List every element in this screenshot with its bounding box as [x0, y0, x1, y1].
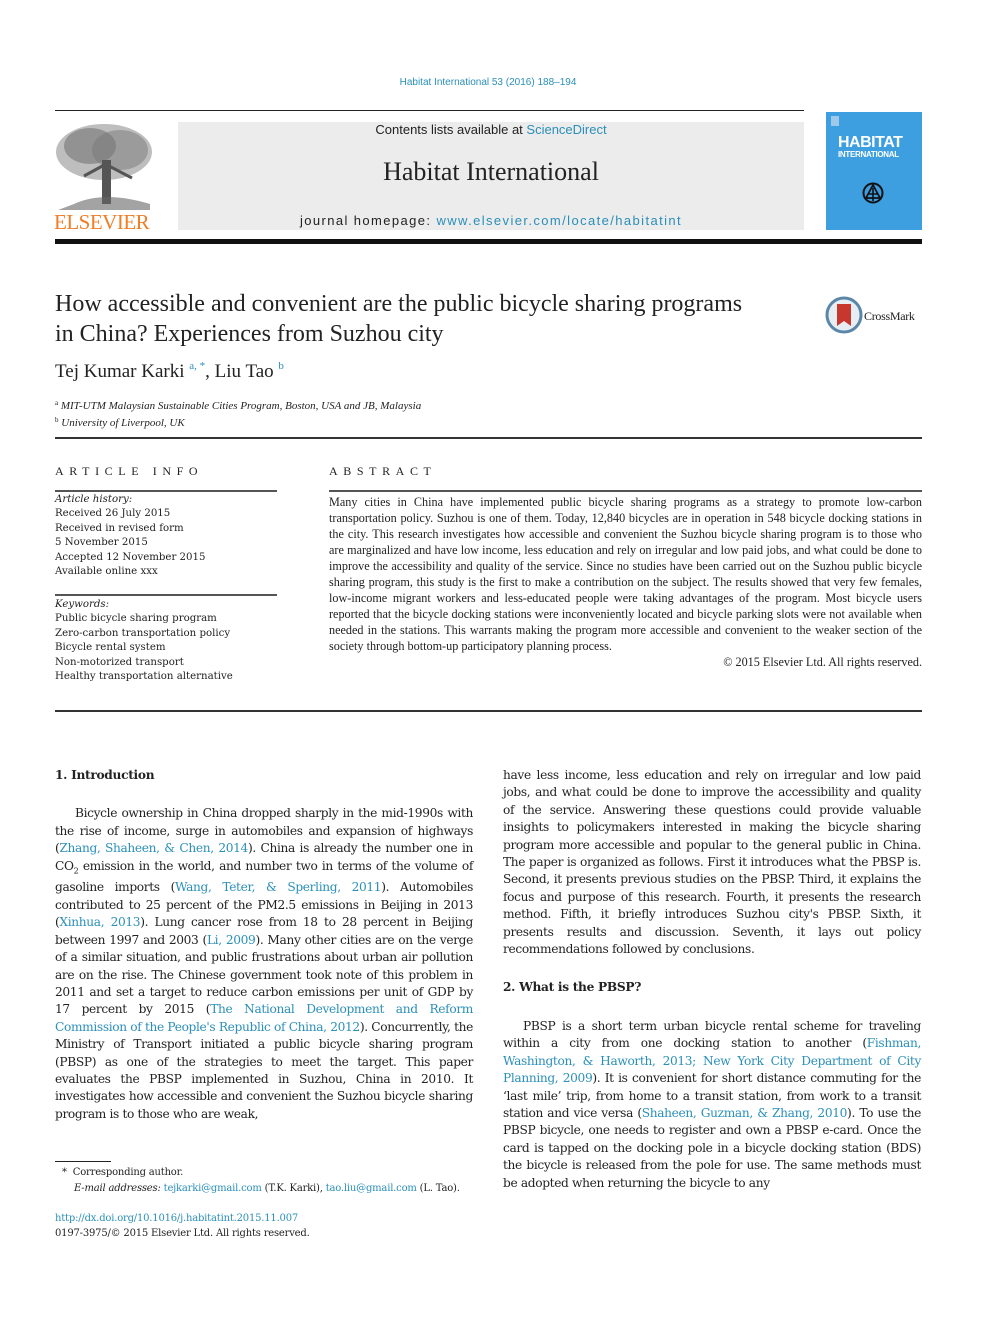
- body-column-left: 1. Introduction Bicycle ownership in Chi…: [55, 767, 473, 1123]
- citation-link[interactable]: Fishman, Washington, & Haworth, 2013; Ne…: [503, 1036, 921, 1085]
- header-thick-rule: [55, 239, 922, 244]
- affiliation-rule: [55, 437, 922, 439]
- email-owner: (T.K. Karki): [264, 1182, 320, 1194]
- elsevier-tree-icon: [56, 124, 152, 210]
- elsevier-logo[interactable]: ELSEVIER: [54, 120, 156, 234]
- email-owner: (L. Tao).: [419, 1182, 460, 1194]
- header-rule: [55, 110, 804, 111]
- author-list: Tej Kumar Karki a, *, Liu Tao b: [55, 360, 284, 382]
- abstract: Many cities in China have implemented pu…: [329, 494, 922, 670]
- citation-link[interactable]: Li, 2009: [207, 933, 256, 947]
- crossmark-label: CrossMark: [864, 309, 915, 323]
- article-info-heading: ARTICLE INFO: [55, 464, 204, 478]
- journal-citation[interactable]: Habitat International 53 (2016) 188–194: [0, 77, 976, 88]
- doi-link[interactable]: http://dx.doi.org/10.1016/j.habitatint.2…: [55, 1211, 310, 1226]
- section-heading-introduction: 1. Introduction: [55, 768, 155, 782]
- keyword: Healthy transportation alternative: [55, 671, 233, 683]
- author-affiliation-mark[interactable]: a, *: [189, 360, 205, 372]
- history-item: Accepted 12 November 2015: [55, 551, 206, 563]
- abstract-copyright: © 2015 Elsevier Ltd. All rights reserved…: [723, 655, 922, 669]
- citation-link[interactable]: Xinhua, 2013: [59, 915, 140, 929]
- history-item: Received 26 July 2015: [55, 508, 171, 520]
- journal-homepage-link[interactable]: www.elsevier.com/locate/habitatint: [436, 213, 682, 228]
- crossmark-icon: [825, 296, 863, 334]
- citation-link[interactable]: The National Development and Reform Comm…: [55, 1002, 473, 1033]
- body-column-right: have less income, less education and rel…: [503, 767, 921, 1192]
- crossmark-button[interactable]: CrossMark: [825, 296, 925, 336]
- author-name[interactable]: Tej Kumar Karki: [55, 361, 185, 382]
- elsevier-wordmark: ELSEVIER: [54, 210, 150, 234]
- citation-link[interactable]: Zhang, Shaheen, & Chen, 2014: [59, 841, 248, 855]
- history-item: Received in revised form: [55, 522, 184, 534]
- subscript: 2: [73, 866, 79, 876]
- citation-link[interactable]: Shaheen, Guzman, & Zhang, 2010: [642, 1106, 848, 1120]
- journal-cover-thumbnail[interactable]: HABITAT INTERNATIONAL: [826, 112, 922, 230]
- email-link[interactable]: tao.liu@gmail.com: [326, 1183, 417, 1194]
- affiliations: a MIT-UTM Malaysian Sustainable Cities P…: [55, 396, 421, 430]
- article-title: How accessible and convenient are the pu…: [55, 291, 743, 347]
- journal-name: Habitat International: [383, 157, 599, 186]
- keywords-rule: [55, 594, 277, 596]
- footnote-mark: *: [62, 1167, 67, 1178]
- section-heading-what-is-pbsp: 2. What is the PBSP?: [503, 980, 642, 995]
- article-history: Article history: Received 26 July 2015 R…: [55, 493, 277, 579]
- affiliation: a MIT-UTM Malaysian Sustainable Cities P…: [55, 396, 421, 413]
- corresponding-author-label: Corresponding author.: [72, 1167, 184, 1178]
- email-link[interactable]: tejkarki@gmail.com: [164, 1183, 262, 1194]
- affiliation: b University of Liverpool, UK: [55, 413, 421, 430]
- author-affiliation-mark[interactable]: b: [278, 360, 284, 372]
- history-item: 5 November 2015: [55, 537, 148, 549]
- citation-link[interactable]: Wang, Teter, & Sperling, 2011: [175, 880, 382, 894]
- keywords-label: Keywords:: [55, 599, 110, 610]
- cover-emblem-icon: [862, 182, 884, 204]
- doi-block: http://dx.doi.org/10.1016/j.habitatint.2…: [55, 1211, 310, 1241]
- intro-paragraph-continued: have less income, less education and rel…: [503, 768, 921, 957]
- keyword: Non-motorized transport: [55, 656, 184, 668]
- keywords: Keywords: Public bicycle sharing program…: [55, 598, 277, 684]
- homepage-line: journal homepage: www.elsevier.com/locat…: [178, 213, 804, 228]
- abstract-heading: ABSTRACT: [329, 464, 437, 478]
- footnote-rule: [55, 1161, 111, 1162]
- history-item: Available online xxx: [55, 566, 158, 578]
- affiliation-text: MIT-UTM Malaysian Sustainable Cities Pro…: [60, 400, 422, 412]
- keyword: Public bicycle sharing program: [55, 613, 217, 625]
- issn-copyright: 0197-3975/© 2015 Elsevier Ltd. All right…: [55, 1228, 310, 1239]
- affiliation-mark: b: [55, 416, 59, 424]
- intro-paragraph: Bicycle ownership in China dropped sharp…: [55, 806, 474, 1121]
- front-matter-rule: [55, 710, 922, 712]
- keyword: Zero-carbon transportation policy: [55, 627, 231, 639]
- affiliation-mark: a: [55, 399, 59, 407]
- email-label: E-mail addresses:: [74, 1182, 161, 1194]
- cover-publisher-mark: [831, 116, 839, 126]
- keyword: Bicycle rental system: [55, 642, 166, 654]
- corresponding-author-footnote: * Corresponding author. E-mail addresses…: [62, 1167, 460, 1194]
- affiliation-text: University of Liverpool, UK: [61, 417, 185, 429]
- cover-title: HABITAT: [838, 134, 903, 151]
- contents-line: Contents lists available at ScienceDirec…: [178, 122, 804, 137]
- abstract-text: Many cities in China have implemented pu…: [329, 495, 922, 653]
- masthead: Contents lists available at ScienceDirec…: [178, 122, 804, 230]
- sciencedirect-link[interactable]: ScienceDirect: [526, 122, 606, 137]
- pbsp-paragraph: PBSP is a short term urban bicycle renta…: [503, 1018, 922, 1190]
- history-label: Article history:: [55, 494, 133, 505]
- article-info-rule: [55, 490, 277, 492]
- cover-subtitle: INTERNATIONAL: [838, 150, 899, 159]
- abstract-rule: [329, 490, 922, 492]
- author-name[interactable]: Liu Tao: [215, 361, 274, 382]
- homepage-prefix: journal homepage:: [299, 213, 437, 228]
- contents-prefix: Contents lists available at: [375, 122, 527, 137]
